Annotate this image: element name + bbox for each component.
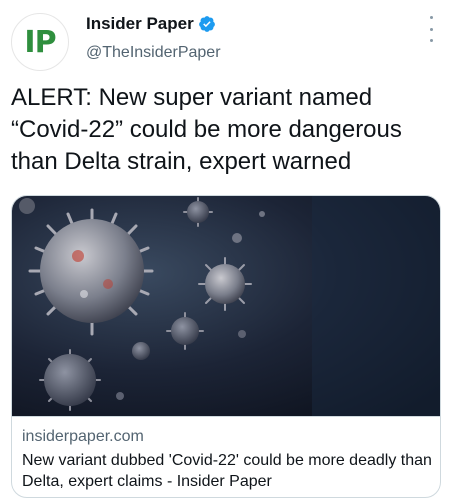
- avatar-logo-text: IP: [24, 24, 56, 60]
- coronavirus-particles-image: [12, 196, 440, 416]
- card-title[interactable]: New variant dubbed 'Covid-22' could be m…: [22, 450, 432, 492]
- link-card[interactable]: insiderpaper.com New variant dubbed 'Cov…: [11, 195, 441, 498]
- handle[interactable]: @TheInsiderPaper: [86, 44, 221, 62]
- card-domain: insiderpaper.com: [22, 428, 144, 445]
- display-name[interactable]: Insider Paper: [86, 14, 194, 34]
- card-divider: [12, 416, 440, 417]
- more-options-icon[interactable]: [424, 16, 438, 42]
- tweet: IP Insider Paper @TheInsiderPaper ALERT:…: [0, 0, 452, 500]
- avatar[interactable]: IP: [11, 13, 69, 71]
- author-name-row[interactable]: Insider Paper: [86, 14, 216, 34]
- tweet-text: ALERT: New super variant named “Covid-22…: [11, 84, 402, 175]
- verified-badge-icon: [198, 16, 215, 32]
